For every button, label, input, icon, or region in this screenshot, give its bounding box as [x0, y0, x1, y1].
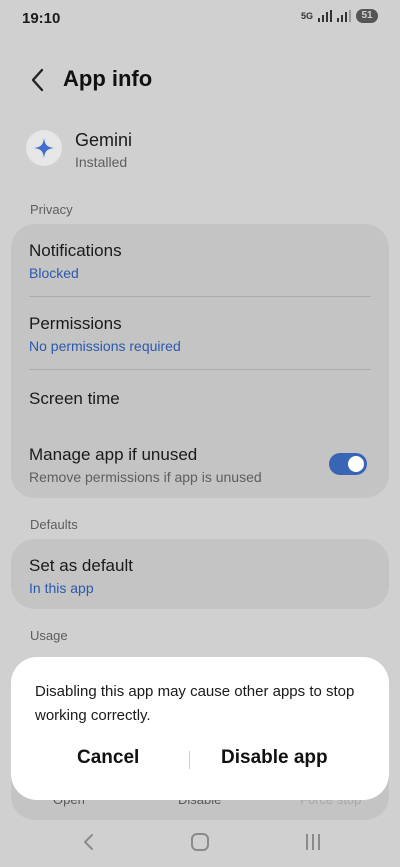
- manage-unused-title: Manage app if unused: [29, 445, 198, 464]
- defaults-card: Set as default In this app: [11, 539, 389, 609]
- page-title: App info: [63, 66, 153, 91]
- dialog-message: Disabling this app may cause other apps …: [35, 683, 355, 724]
- permissions-value: No permissions required: [29, 338, 181, 354]
- status-icons: 5G 51: [301, 9, 378, 23]
- signal-icon: [318, 10, 332, 22]
- divider: [29, 296, 371, 297]
- section-label-defaults: Defaults: [30, 517, 78, 532]
- toggle-knob: [348, 456, 364, 472]
- disable-app-button[interactable]: Disable app: [221, 747, 328, 769]
- notifications-value: Blocked: [29, 265, 79, 281]
- set-as-default-value: In this app: [29, 580, 94, 596]
- dialog-button-divider: [189, 751, 190, 769]
- cancel-button[interactable]: Cancel: [77, 747, 139, 769]
- divider: [29, 369, 371, 370]
- app-name: Gemini: [75, 130, 133, 150]
- status-time: 19:10: [22, 10, 61, 27]
- app-summary: Gemini Installed: [26, 124, 376, 174]
- nav-home-icon[interactable]: [191, 833, 209, 851]
- status-bar: 19:10 5G 51: [0, 0, 400, 38]
- privacy-card: Notifications Blocked Permissions No per…: [11, 224, 389, 498]
- battery-indicator: 51: [356, 9, 378, 23]
- permissions-item[interactable]: Permissions No permissions required: [29, 314, 371, 354]
- back-arrow-icon[interactable]: [28, 66, 48, 94]
- manage-unused-subtitle: Remove permissions if app is unused: [29, 469, 262, 485]
- notifications-title: Notifications: [29, 241, 122, 260]
- set-as-default-item[interactable]: Set as default In this app: [29, 556, 371, 596]
- nav-recent-apps-icon[interactable]: [305, 834, 321, 850]
- manage-unused-item[interactable]: Manage app if unused Remove permissions …: [29, 445, 299, 485]
- system-nav-bar: [0, 822, 400, 867]
- screen-time-title: Screen time: [29, 389, 120, 408]
- app-bar: App info: [0, 62, 400, 98]
- app-install-status: Installed: [75, 154, 128, 170]
- disable-confirmation-dialog: Disabling this app may cause other apps …: [11, 657, 389, 800]
- permissions-title: Permissions: [29, 314, 122, 333]
- gemini-sparkle-icon: [26, 130, 62, 166]
- notifications-item[interactable]: Notifications Blocked: [29, 241, 371, 281]
- manage-unused-toggle[interactable]: [329, 453, 367, 475]
- screen-time-item[interactable]: Screen time: [29, 389, 371, 409]
- nav-back-icon[interactable]: [82, 832, 96, 852]
- network-type: 5G: [300, 11, 313, 21]
- section-label-privacy: Privacy: [30, 202, 73, 217]
- signal-icon-2: [337, 10, 351, 22]
- section-label-usage: Usage: [30, 628, 68, 643]
- set-as-default-title: Set as default: [29, 556, 133, 575]
